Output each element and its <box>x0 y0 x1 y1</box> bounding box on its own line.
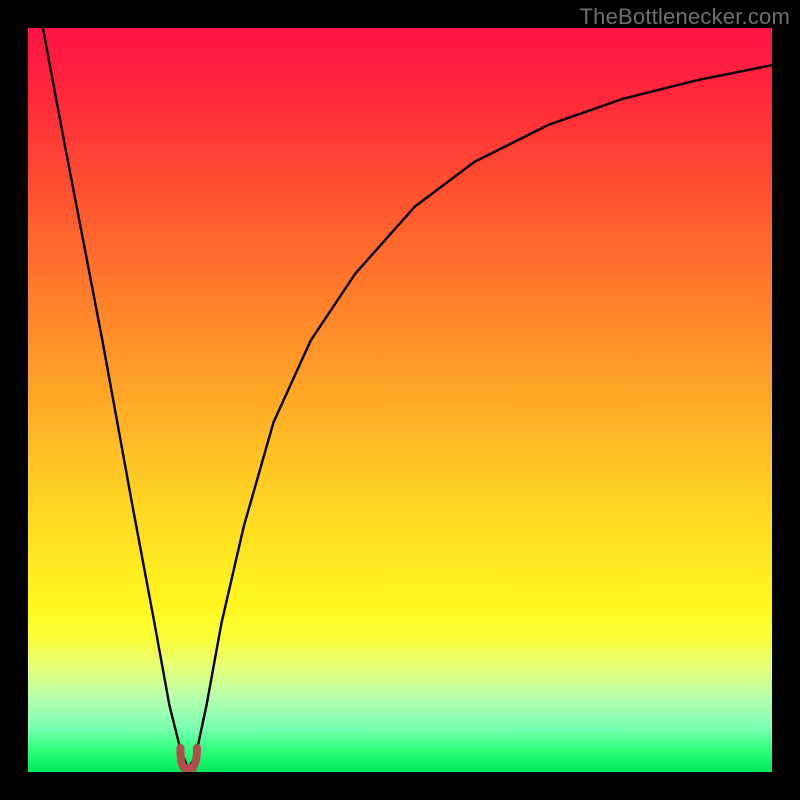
min-markers <box>180 748 197 768</box>
chart-frame: TheBottlenecker.com <box>0 0 800 800</box>
chart-plot-area <box>28 28 772 772</box>
chart-svg <box>28 28 772 772</box>
attribution-text: TheBottlenecker.com <box>580 4 790 30</box>
bottleneck-curve <box>43 28 772 768</box>
